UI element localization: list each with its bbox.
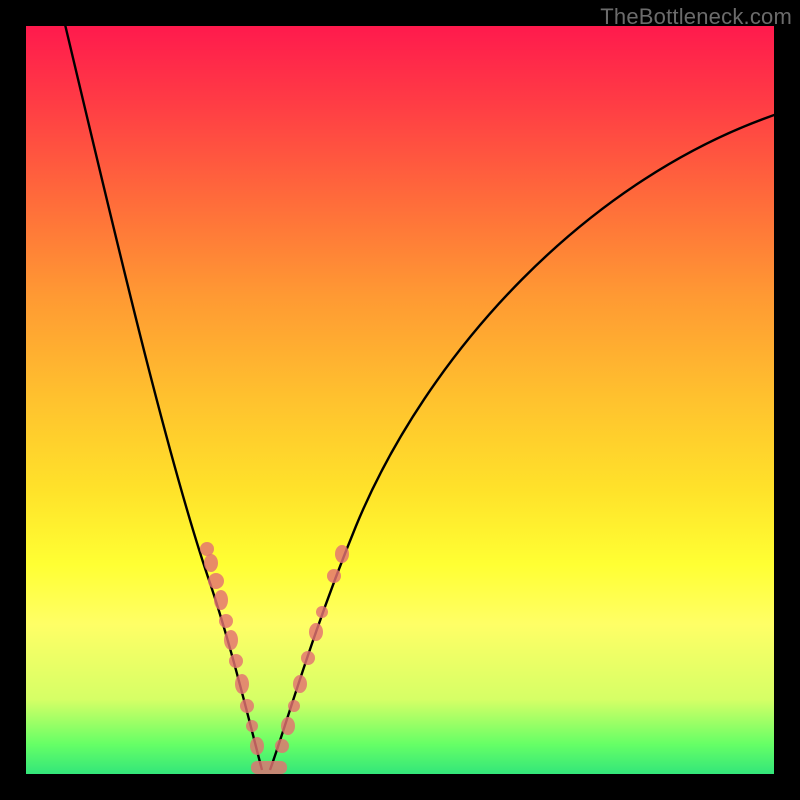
marker-cluster	[200, 542, 349, 774]
plot-area	[26, 26, 774, 774]
watermark-text: TheBottleneck.com	[600, 4, 792, 30]
curve-right	[270, 111, 786, 770]
bottleneck-curve	[26, 26, 774, 774]
